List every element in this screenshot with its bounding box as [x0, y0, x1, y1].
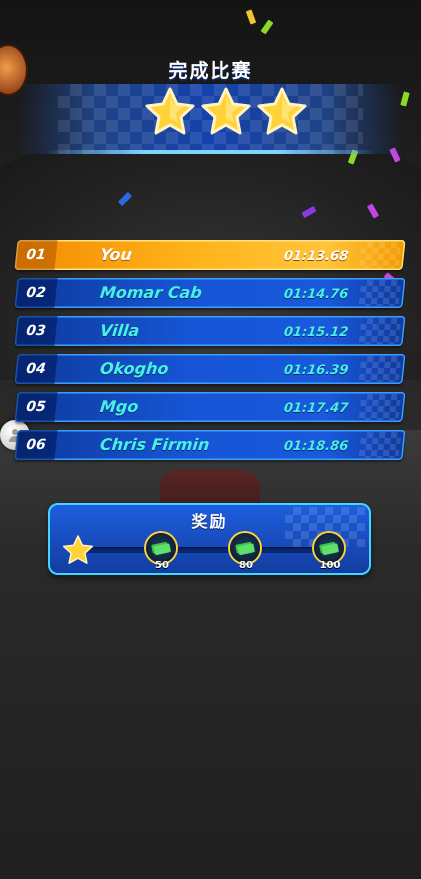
reward-amount: 50: [155, 560, 169, 571]
result-rank: 03: [14, 316, 58, 346]
confetti: [260, 19, 274, 35]
result-row: 02 Momar Cab 01:14.76: [14, 278, 406, 308]
result-rank: 01: [14, 240, 58, 270]
banner-title: 完成比赛: [168, 60, 253, 82]
result-name: Villa: [99, 321, 141, 340]
race-results-list: 01 You 01:13.68 02 Momar Cab 01:14.76 03…: [14, 240, 406, 468]
result-time: 01:14.76: [283, 287, 350, 302]
result-name: You: [99, 245, 133, 264]
result-rank: 04: [14, 354, 58, 384]
result-name: Okogho: [99, 359, 170, 378]
result-time: 01:15.12: [283, 325, 350, 340]
reward-amount: 80: [239, 560, 253, 571]
row-checkered-pattern: [358, 432, 402, 458]
result-row-player: 01 You 01:13.68: [14, 240, 406, 270]
result-name: Mgo: [99, 397, 140, 416]
reward-milestone[interactable]: 100: [314, 533, 346, 575]
reward-panel: 奖励 50 80 100: [48, 503, 371, 575]
result-row: 04 Okogho 01:16.39: [14, 354, 406, 384]
star-icon: [144, 86, 196, 138]
result-name: Momar Cab: [99, 283, 203, 302]
result-rank: 02: [14, 278, 58, 308]
result-rank: 06: [14, 430, 58, 460]
race-complete-banner: 完成比赛: [18, 60, 403, 160]
row-checkered-pattern: [358, 394, 402, 420]
cash-icon: [314, 533, 344, 563]
row-checkered-pattern: [358, 318, 402, 344]
reward-milestone[interactable]: 50: [146, 533, 178, 575]
result-time: 01:13.68: [283, 249, 350, 264]
banner-underline: [46, 150, 376, 154]
result-rank: 05: [14, 392, 58, 422]
reward-amount: 100: [319, 560, 341, 571]
result-name: Chris Firmin: [99, 435, 211, 454]
result-row: 05 Mgo 01:17.47: [14, 392, 406, 422]
result-time: 01:17.47: [283, 401, 350, 416]
row-checkered-pattern: [358, 242, 402, 268]
confetti: [245, 9, 257, 25]
cash-icon: [146, 533, 176, 563]
result-time: 01:16.39: [283, 363, 350, 378]
result-row: 06 Chris Firmin 01:18.86: [14, 430, 406, 460]
star-icon: [200, 86, 252, 138]
result-row: 03 Villa 01:15.12: [14, 316, 406, 346]
row-checkered-pattern: [358, 280, 402, 306]
row-checkered-pattern: [358, 356, 402, 382]
reward-progress-track: [78, 547, 338, 553]
star-icon: [62, 534, 94, 566]
cash-icon: [230, 533, 260, 563]
result-time: 01:18.86: [283, 439, 350, 454]
reward-title: 奖励: [191, 512, 228, 531]
star-icon: [256, 86, 308, 138]
star-rating: [144, 86, 307, 144]
reward-milestone[interactable]: 80: [230, 533, 262, 575]
